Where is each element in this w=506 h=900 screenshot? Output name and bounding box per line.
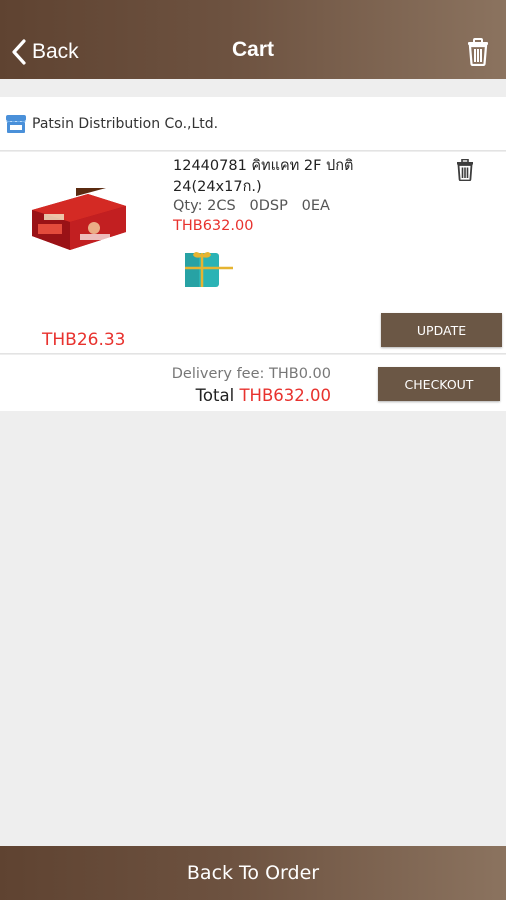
- total-value: THB632.00: [239, 386, 331, 405]
- order-summary: Delivery fee: THB0.00 Total THB632.00 CH…: [0, 355, 506, 411]
- product-title: 12440781 คิทแคท 2F ปกติ 24(24x17ก.): [173, 158, 354, 195]
- product-price: THB632.00: [173, 218, 254, 234]
- cart-item: 12440781 คิทแคท 2F ปกติ 24(24x17ก.) Qty:…: [0, 152, 506, 354]
- cart-screen: Back Cart Patsin Distribution Co.,Ltd. 1…: [0, 0, 506, 900]
- total-label: Total: [195, 386, 235, 405]
- supplier-row: Patsin Distribution Co.,Ltd.: [0, 97, 506, 151]
- product-quantity: Qty: 2CS 0DSP 0EA: [173, 198, 330, 214]
- order-total: Total THB632.00: [196, 386, 331, 405]
- checkout-button[interactable]: CHECKOUT: [378, 367, 500, 401]
- gift-icon[interactable]: [183, 249, 235, 291]
- update-button[interactable]: UPDATE: [381, 313, 502, 347]
- product-image[interactable]: [24, 188, 130, 258]
- page-title: Cart: [231, 38, 274, 61]
- trash-icon[interactable]: [466, 38, 490, 66]
- supplier-name: Patsin Distribution Co.,Ltd.: [32, 115, 219, 132]
- store-icon: [6, 114, 26, 133]
- delivery-fee: Delivery fee: THB0.00: [171, 366, 331, 382]
- delete-item-icon[interactable]: [456, 159, 474, 181]
- back-to-order-label: Back To Order: [186, 862, 320, 884]
- app-header: Back Cart: [0, 0, 506, 79]
- unit-price: THB26.33: [42, 330, 126, 350]
- back-to-order-button[interactable]: Back To Order: [0, 846, 506, 900]
